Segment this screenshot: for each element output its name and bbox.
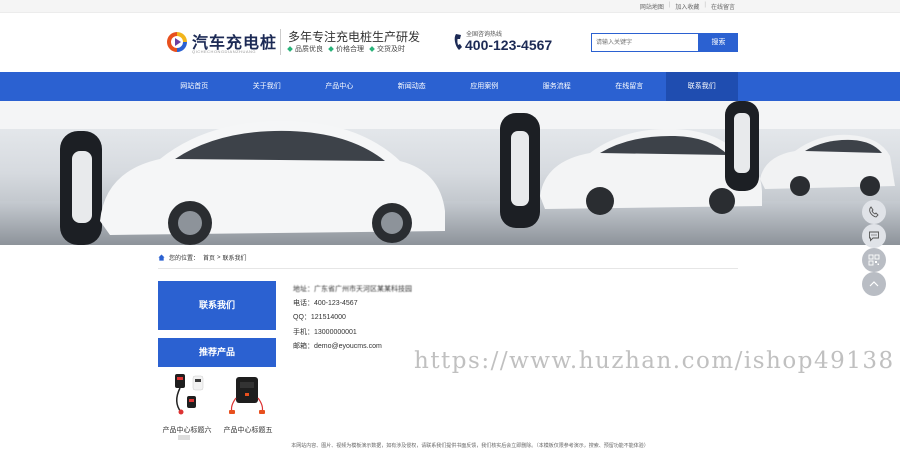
nav-item-products[interactable]: 产品中心: [303, 72, 376, 101]
logo-divider: [280, 29, 281, 55]
float-chat-button[interactable]: [862, 224, 886, 248]
online-message-link[interactable]: 在线留言: [706, 2, 740, 11]
contact-qq: QQ：121514000: [293, 314, 346, 322]
nav-item-about[interactable]: 关于我们: [231, 72, 304, 101]
logo-subtitle: QICHECHONGDIANZHUANG: [192, 49, 257, 54]
logo-icon[interactable]: [165, 30, 189, 54]
product-card[interactable]: 产品中心标题六: [159, 372, 215, 435]
contact-mobile: 手机：13000000001: [293, 328, 357, 336]
feature-list: 品质优良 价格合理 交货及时: [287, 44, 411, 54]
home-icon: [158, 254, 165, 261]
slogan: 多年专注充电桩生产研发: [288, 30, 421, 44]
breadcrumb-separator: >: [217, 254, 221, 261]
nav-item-home[interactable]: 网站首页: [158, 72, 231, 101]
contact-address: 地址：广东省广州市天河区某某科技园: [293, 286, 412, 293]
sidebar-contact-title[interactable]: 联系我们: [158, 281, 276, 330]
banner-image: [0, 101, 900, 245]
nav-item-news[interactable]: 新闻动态: [376, 72, 449, 101]
sidebar-products-title[interactable]: 推荐产品: [158, 338, 276, 367]
top-links: 网站地图 | 加入收藏 | 在线留言: [635, 2, 740, 11]
float-qrcode-button[interactable]: [862, 248, 886, 272]
feature-item: 品质优良: [287, 44, 323, 54]
footer-disclaimer: 本网站内容、图片、视频为模板演示数据，如有涉及侵权，请联系我们提供书面反馈，我们…: [291, 443, 649, 449]
nav-item-cases[interactable]: 应用案例: [448, 72, 521, 101]
contact-info: 地址：广东省广州市天河区某某科技园 电话：400-123-4567 QQ：121…: [293, 283, 412, 354]
chat-icon: [869, 231, 879, 242]
sitemap-link[interactable]: 网站地图: [635, 2, 669, 11]
watermark: https://www.huzhan.com/ishop49138: [414, 348, 895, 374]
float-phone-button[interactable]: [862, 200, 886, 224]
search-input[interactable]: [591, 33, 699, 52]
main-nav: 网站首页 关于我们 产品中心 新闻动态 应用案例 服务流程 在线留言 联系我们: [0, 72, 900, 101]
feature-item: 交货及时: [369, 44, 405, 54]
contact-phone: 电话：400-123-4567: [293, 300, 358, 308]
product-name[interactable]: 产品中心标题五: [220, 425, 276, 435]
phone-float-icon: [869, 206, 879, 218]
top-bar: 网站地图 | 加入收藏 | 在线留言: [0, 0, 900, 13]
contact-email: 邮箱：demo@eyoucms.com: [293, 342, 382, 350]
add-favorite-link[interactable]: 加入收藏: [670, 2, 704, 11]
search-button[interactable]: 搜索: [699, 33, 738, 52]
diamond-icon: [369, 46, 375, 52]
nav-item-contact[interactable]: 联系我们: [665, 72, 738, 101]
hotline-number: 400-123-4567: [465, 37, 553, 53]
back-to-top-icon: [869, 281, 879, 287]
breadcrumb-current[interactable]: 联系我们: [223, 253, 247, 262]
diamond-icon: [328, 46, 334, 52]
breadcrumb-label: 您的位置：: [169, 256, 200, 262]
diamond-icon: [287, 46, 293, 52]
breadcrumb: 您的位置： 首页 > 联系我们: [158, 253, 247, 262]
breadcrumb-divider: [158, 268, 738, 269]
nav-item-message[interactable]: 在线留言: [593, 72, 666, 101]
nav-item-service[interactable]: 服务流程: [521, 72, 594, 101]
feature-item: 价格合理: [328, 44, 364, 54]
float-back-to-top-button[interactable]: [862, 272, 886, 296]
phone-icon: [454, 34, 462, 50]
nav-items: 网站首页 关于我们 产品中心 新闻动态 应用案例 服务流程 在线留言 联系我们: [158, 72, 738, 101]
product-card[interactable]: 产品中心标题五: [220, 372, 276, 435]
qrcode-icon: [868, 254, 880, 266]
breadcrumb-home-link[interactable]: 首页: [203, 253, 215, 262]
product-name[interactable]: 产品中心标题六: [159, 425, 215, 435]
banner-illustration: [0, 101, 900, 245]
product-thumbnail[interactable]: [159, 372, 215, 416]
product-thumbnail[interactable]: [220, 372, 276, 416]
site-header: 汽车充电桩 QICHECHONGDIANZHUANG 多年专注充电桩生产研发 品…: [0, 13, 900, 72]
